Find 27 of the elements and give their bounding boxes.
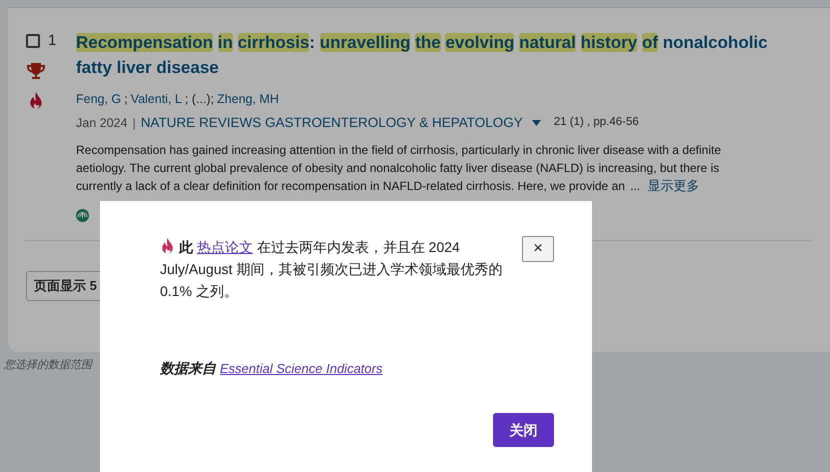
author-separator: ; (124, 91, 128, 108)
globe-icon (76, 209, 89, 222)
hot-paper-link[interactable]: 热点论文 (196, 239, 253, 255)
source-link[interactable]: Essential Science Indicators (220, 361, 382, 376)
publication-date: Jan 2024 (76, 114, 128, 132)
checkbox[interactable] (26, 34, 40, 48)
flame-icon (28, 90, 44, 110)
footer-note: 您选择的数据范围 (4, 358, 92, 373)
source-label: 数据来自 (160, 360, 216, 376)
trophy-icon (26, 62, 46, 80)
ellipsis: ... (630, 179, 640, 193)
close-button[interactable]: × (522, 236, 554, 262)
show-more-link[interactable]: 显示更多 (648, 178, 700, 193)
record-number: 1 (48, 31, 56, 51)
author-separator: ; (...); (184, 91, 214, 108)
journal-link[interactable]: NATURE REVIEWS GASTROENTEROLOGY & HEPATOLOGY (140, 112, 523, 133)
abstract: Recompensation has gained increasing attention in the field of cirrhosis, particularly in chronic liver disease with a definite aetiology. The current global prevalence of obesity and nonalcoholic fatty liver disease (NAFLD) is increasing, but there is currently a lack of a clear definition for recompensation in NAFLD-related cirrhosis. Here, we provide an ... 显示更多 (76, 142, 722, 195)
dialog-message: 此 热点论文 在过去两年内发表，并且在 2024 July/August 期间，其被引频次已进入学术领域最优秀的 0.1% 之列。 (160, 236, 504, 301)
author-link[interactable]: Feng, G (76, 90, 122, 109)
record-title[interactable]: Recompensation in cirrhosis: unravelling the evolving natural history of nonalcoholic fatty liver disease (76, 30, 776, 80)
flame-icon (160, 237, 175, 255)
author-link[interactable]: Valenti, L (130, 90, 182, 109)
volume-pages: 21 (1) , pp.46-56 (554, 115, 639, 130)
separator: | (132, 114, 136, 132)
author-link[interactable]: Zheng, MH (217, 90, 279, 109)
close-dialog-button[interactable]: 关闭 (493, 413, 554, 447)
caret-icon[interactable] (532, 120, 541, 126)
